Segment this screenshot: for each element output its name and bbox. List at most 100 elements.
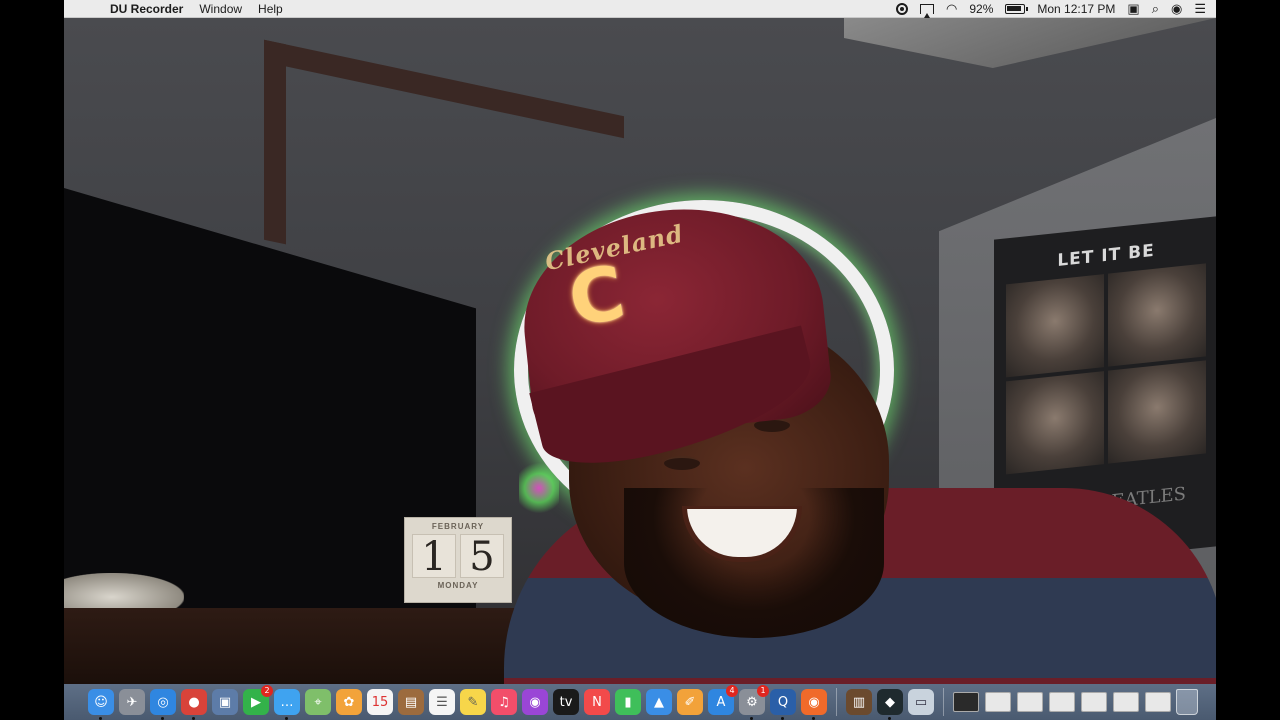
minimized-window-thumb[interactable] [1113,692,1139,712]
app-store-glyph: A [716,694,726,710]
battery-percent[interactable]: 92% [969,2,993,16]
record-icon[interactable] [896,2,908,15]
chrome-icon[interactable]: ● [181,689,207,720]
minimized-window-thumb[interactable] [985,692,1011,712]
menu-list-icon[interactable]: ☰ [1194,0,1206,18]
pages-icon[interactable]: ✐ [677,689,703,715]
search-icon[interactable]: ⌕ [1152,0,1159,18]
messages-glyph: … [280,694,294,710]
keynote-icon[interactable]: ▲ [646,689,672,715]
dresser [64,608,534,684]
wifi-icon[interactable]: ◠ [946,0,957,18]
notification-badge: 4 [726,685,738,697]
quicktime-glyph: Q [777,694,789,710]
notification-badge: 2 [261,685,273,697]
menu-help[interactable]: Help [250,0,291,18]
finder-glyph: ☺ [94,694,108,710]
siri-icon[interactable]: ◉ [1171,0,1182,18]
dock-extra-apps: ▥ ◆ ▭ [846,689,934,720]
maps-glyph: ⌖ [314,694,322,710]
left-eye [664,456,700,470]
dock-apps: ☺ ✈ ◎ ● ▣ ▶ 2… ⌖ ✿ 15 ▤ ☰ ✎ ♫ ◉ tv N ▮ ▲ ✐ A 4 ⚙ 1 Q ◉ [88,685,827,720]
block-calendar: FEBRUARY 1 5 MONDAY [404,517,512,603]
minimized-window-thumb[interactable] [1049,692,1075,712]
safari-glyph: ◎ [157,694,169,710]
reminders-glyph: ☰ [436,694,448,710]
music-glyph: ♫ [498,694,510,710]
app-store-icon[interactable]: A4 [708,685,738,715]
quicktime-icon[interactable]: Q [770,689,796,720]
facetime-icon[interactable]: ▶ 2 [243,685,273,715]
editor-glyph: ◆ [885,694,895,710]
webcam-video-feed: LET IT BE BEATLES FEBRUARY 1 5 MONDAY Cl… [64,18,1216,684]
minimized-window-thumb[interactable] [1017,692,1043,712]
numbers-glyph: ▮ [624,694,632,710]
tv-glyph: tv [559,694,573,710]
app-menu-du-recorder[interactable]: DU Recorder [102,0,191,18]
safari-icon[interactable]: ◎ [150,689,176,720]
screenshot-tool-icon[interactable]: ▭ [908,689,934,715]
maps-icon[interactable]: ⌖ [305,689,331,715]
dock-separator [943,688,944,716]
launchpad-glyph: ✈ [126,694,138,710]
system-preferences-icon[interactable]: ⚙ 1 [739,685,769,720]
messages-icon[interactable]: … [274,689,300,720]
podcasts-glyph: ◉ [529,694,541,710]
towel [64,573,184,613]
notes-book-glyph: ▤ [404,694,418,710]
dock-separator [836,688,837,716]
keynote-glyph: ▲ [654,694,664,710]
display-icon[interactable]: ▣ [1127,0,1139,18]
battery-icon[interactable] [1005,3,1029,14]
pages-glyph: ✐ [684,694,696,710]
notes-glyph: ✎ [467,694,479,710]
minimized-window-thumb[interactable] [1081,692,1107,712]
trash-icon[interactable] [1176,689,1198,715]
minimized-window-thumb[interactable] [953,692,979,712]
dock-minimized-windows [953,692,1171,712]
poster-photos [1006,263,1206,475]
calendar-weekday: MONDAY [437,581,479,590]
music-icon[interactable]: ♫ [491,689,517,715]
dock: ☺ ✈ ◎ ● ▣ ▶ 2… ⌖ ✿ 15 ▤ ☰ ✎ ♫ ◉ tv N ▮ ▲ ✐ A 4 ⚙ 1 Q ◉ ▥ ◆ ▭ [64,684,1216,720]
news-glyph: N [592,694,602,710]
editor-icon[interactable]: ◆ [877,689,903,720]
cap-logo: C [562,249,631,344]
facetime-glyph: ▶ [251,694,261,710]
chrome-glyph: ● [188,694,200,710]
notes-book-icon[interactable]: ▤ [398,689,424,715]
preview-icon[interactable]: ▣ [212,689,238,715]
screenshot-tool-glyph: ▭ [914,694,928,710]
menubar-clock[interactable]: Mon 12:17 PM [1037,2,1115,16]
menu-bar: DU Recorder Window Help ◠ 92% Mon 12:17 … [64,0,1216,18]
tv-icon[interactable]: tv [553,689,579,715]
news-icon[interactable]: N [584,689,610,715]
poster-photo [1108,360,1206,464]
poster-photo [1006,371,1104,475]
poster-photo [1108,263,1206,367]
notebook-glyph: ▥ [852,694,866,710]
du-recorder-icon[interactable]: ◉ [801,689,827,720]
launchpad-icon[interactable]: ✈ [119,689,145,715]
photos-glyph: ✿ [343,694,355,710]
photos-icon[interactable]: ✿ [336,689,362,715]
notification-badge: 1 [757,685,769,697]
notebook-icon[interactable]: ▥ [846,689,872,715]
du-recorder-glyph: ◉ [808,694,820,710]
menu-window[interactable]: Window [191,0,250,18]
minimized-window-thumb[interactable] [1145,692,1171,712]
numbers-icon[interactable]: ▮ [615,689,641,715]
podcasts-icon[interactable]: ◉ [522,689,548,715]
calendar-icon[interactable]: 15 [367,689,393,715]
calendar-day-ones: 5 [460,534,504,579]
airplay-icon[interactable] [920,3,934,18]
notes-icon[interactable]: ✎ [460,689,486,715]
ceiling-corner [844,18,1216,68]
finder-icon[interactable]: ☺ [88,689,114,720]
calendar-month: FEBRUARY [431,522,485,531]
poster-photo [1006,274,1104,378]
reminders-icon[interactable]: ☰ [429,689,455,715]
preview-glyph: ▣ [218,694,232,710]
system-preferences-glyph: ⚙ [746,694,758,710]
calendar-glyph: 15 [371,694,389,710]
